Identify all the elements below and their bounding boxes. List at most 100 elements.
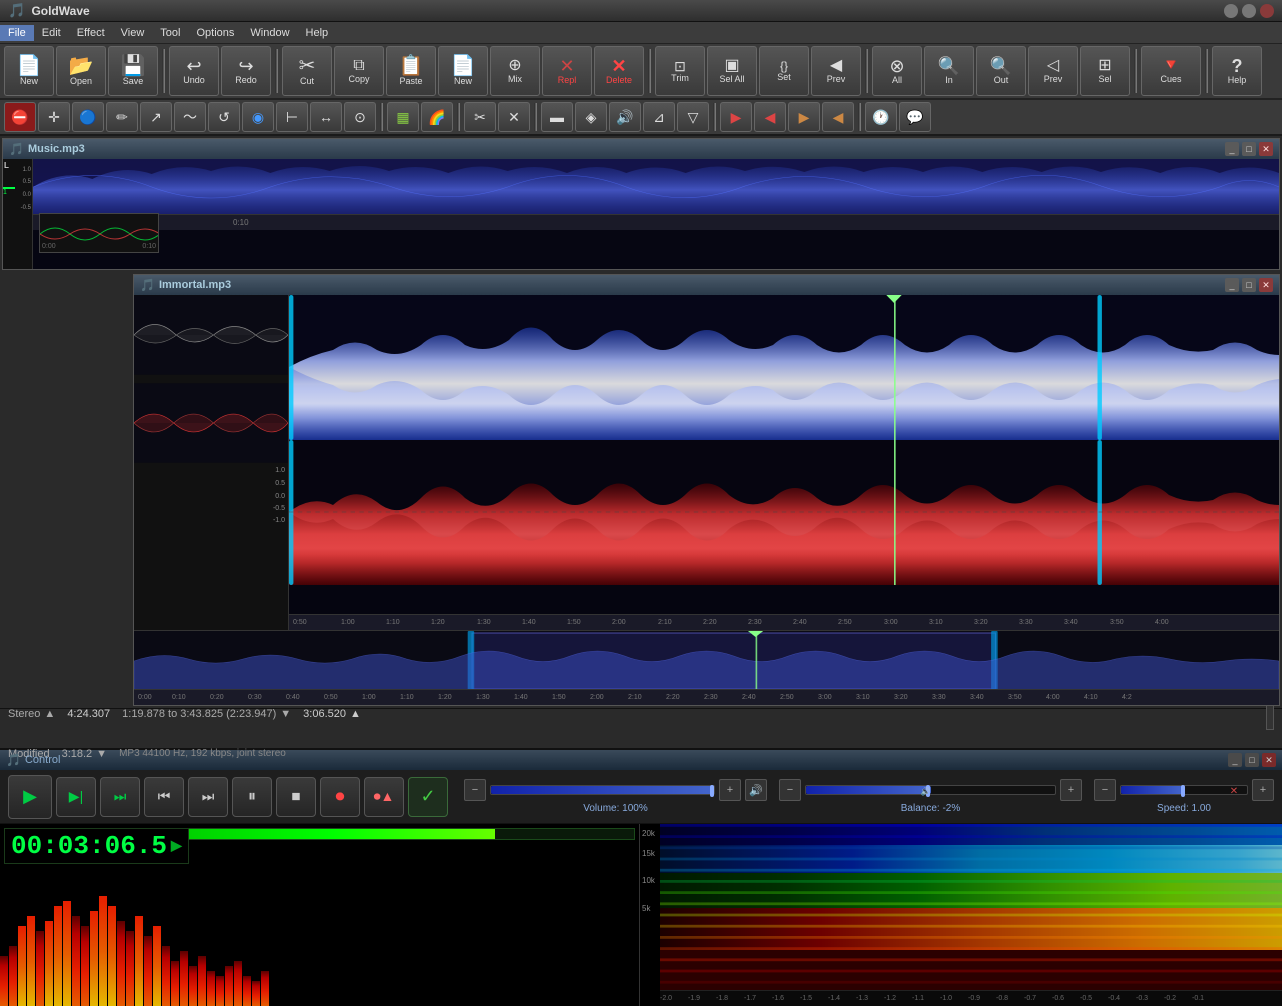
clock-btn[interactable]: 🕐 — [865, 102, 897, 132]
position-dropdown[interactable]: ▲ — [350, 708, 361, 720]
mix-button[interactable]: ⊕Mix — [490, 46, 540, 96]
redo-button[interactable]: ↪Redo — [221, 46, 271, 96]
spectrogram-btn[interactable]: ▦ — [387, 102, 419, 132]
control-maximize[interactable]: □ — [1245, 753, 1259, 767]
menu-effect[interactable]: Effect — [69, 25, 113, 41]
marker-btn[interactable]: ▶ — [720, 102, 752, 132]
music-waveform[interactable]: 0:00 0:10 0:00 0:10 — [33, 159, 1279, 269]
control-minimize[interactable]: _ — [1228, 753, 1242, 767]
play-button[interactable]: ▶ — [8, 775, 52, 819]
crossfade-btn[interactable]: ✕ — [498, 102, 530, 132]
volume-slider[interactable] — [490, 785, 715, 795]
immortal-overview[interactable]: 0:00 0:10 0:20 0:30 0:40 0:50 1:00 1:10 … — [134, 630, 1279, 705]
menu-file[interactable]: File — [0, 25, 34, 41]
normalize-btn[interactable]: ▽ — [677, 102, 709, 132]
pause-button[interactable]: ⏸ — [232, 777, 272, 817]
music-maximize[interactable]: □ — [1242, 142, 1256, 156]
zsel-button[interactable]: ⊞Sel — [1080, 46, 1130, 96]
snap-btn[interactable]: ⊢ — [276, 102, 308, 132]
size-dropdown[interactable]: ▼ — [96, 748, 107, 760]
open-button[interactable]: 📂Open — [56, 46, 106, 96]
pencil-btn[interactable]: ✏ — [106, 102, 138, 132]
speed-slider[interactable]: ✕ — [1120, 785, 1248, 795]
wave-btn[interactable]: 〜 — [174, 102, 206, 132]
menu-view[interactable]: View — [113, 25, 153, 41]
zoomin-button[interactable]: 🔍In — [924, 46, 974, 96]
trim-button[interactable]: ⊡Trim — [655, 46, 705, 96]
mark4-btn[interactable]: ◀ — [822, 102, 854, 132]
undo-button[interactable]: ↩Undo — [169, 46, 219, 96]
duration-display[interactable]: 4:24.307 — [67, 708, 110, 720]
notes-btn[interactable]: 💬 — [899, 102, 931, 132]
position-display[interactable]: 3:06.520 ▲ — [303, 708, 361, 720]
colormap-btn[interactable]: 🌈 — [421, 102, 453, 132]
zprev-button[interactable]: ◁Prev — [1028, 46, 1078, 96]
bal-plus-btn[interactable]: + — [1060, 779, 1082, 801]
immortal-close[interactable]: ✕ — [1259, 278, 1273, 292]
zoom-wave-btn[interactable]: 🔵 — [72, 102, 104, 132]
immortal-minimize[interactable]: _ — [1225, 278, 1239, 292]
close-btn[interactable] — [1260, 4, 1274, 18]
music-close[interactable]: ✕ — [1259, 142, 1273, 156]
set-button[interactable]: {}Set — [759, 46, 809, 96]
new2-button[interactable]: 📄New — [438, 46, 488, 96]
new-button[interactable]: 📄New — [4, 46, 54, 96]
control-close[interactable]: ✕ — [1262, 753, 1276, 767]
stop-button[interactable]: ⏹ — [276, 777, 316, 817]
repl-button[interactable]: ✕Repl — [542, 46, 592, 96]
delete-button[interactable]: ✕Delete — [594, 46, 644, 96]
selection-range[interactable]: 1:19.878 to 3:43.825 (2:23.947) ▼ — [122, 708, 291, 720]
channel-btn[interactable]: ◈ — [575, 102, 607, 132]
speed-plus-btn[interactable]: + — [1252, 779, 1274, 801]
channel-dropdown[interactable]: ▲ — [44, 708, 55, 720]
prev-button[interactable]: ◀Prev — [811, 46, 861, 96]
minimize-btn[interactable] — [1224, 4, 1238, 18]
bal-minus-btn[interactable]: − — [779, 779, 801, 801]
skip-forward-button[interactable]: ⏭ — [100, 777, 140, 817]
vol-icon[interactable]: 🔊 — [745, 779, 767, 801]
rec-armed-button[interactable]: ⏺▲ — [364, 777, 404, 817]
save-button[interactable]: 💾Save — [108, 46, 158, 96]
mark3-btn[interactable]: ▶ — [788, 102, 820, 132]
fit-btn[interactable]: ↔ — [310, 102, 342, 132]
immortal-maximize[interactable]: □ — [1242, 278, 1256, 292]
vol-minus-btn[interactable]: − — [464, 779, 486, 801]
help-button[interactable]: ?Help — [1212, 46, 1262, 96]
scissors-btn[interactable]: ✂ — [464, 102, 496, 132]
immortal-waveform[interactable]: 0:50 1:00 1:10 1:20 1:30 1:40 1:50 2:00 … — [289, 295, 1279, 630]
cues-button[interactable]: 🔻Cues — [1141, 46, 1201, 96]
menu-edit[interactable]: Edit — [34, 25, 69, 41]
file-size[interactable]: 3:18.2 ▼ — [62, 748, 107, 760]
maximize-btn[interactable] — [1242, 4, 1256, 18]
menu-window[interactable]: Window — [242, 25, 297, 41]
music-minimize[interactable]: _ — [1225, 142, 1239, 156]
next-marker-button[interactable]: ▶| — [56, 777, 96, 817]
copy-button[interactable]: ⧉Copy — [334, 46, 384, 96]
center-btn[interactable]: ◉ — [242, 102, 274, 132]
record-button[interactable]: ⏺ — [320, 777, 360, 817]
menu-options[interactable]: Options — [188, 25, 242, 41]
eq-btn[interactable]: ▬ — [541, 102, 573, 132]
menu-tool[interactable]: Tool — [152, 25, 188, 41]
vol-plus-btn[interactable]: + — [719, 779, 741, 801]
menu-help[interactable]: Help — [298, 25, 337, 41]
cursor-btn[interactable]: ↗ — [140, 102, 172, 132]
speed-minus-btn[interactable]: − — [1094, 779, 1116, 801]
selection-dropdown[interactable]: ▼ — [280, 708, 291, 720]
balance-slider[interactable]: 🔊 — [805, 785, 1056, 795]
fast-forward-button[interactable]: ⏭ — [188, 777, 228, 817]
stop-effect-btn[interactable]: ⛔ — [4, 102, 36, 132]
move-btn[interactable]: ✛ — [38, 102, 70, 132]
selall-button[interactable]: ▣Sel All — [707, 46, 757, 96]
marker2-btn[interactable]: ◀ — [754, 102, 786, 132]
rewind-button[interactable]: ⏮ — [144, 777, 184, 817]
balance-btn[interactable]: ⊿ — [643, 102, 675, 132]
confirm-button[interactable]: ✓ — [408, 777, 448, 817]
volume2-btn[interactable]: 🔊 — [609, 102, 641, 132]
all-button[interactable]: ⊗All — [872, 46, 922, 96]
cut-button[interactable]: ✂Cut — [282, 46, 332, 96]
pan-btn[interactable]: ⊙ — [344, 102, 376, 132]
zoomout-button[interactable]: 🔍Out — [976, 46, 1026, 96]
revert-btn[interactable]: ↺ — [208, 102, 240, 132]
channel-type[interactable]: Stereo ▲ — [8, 708, 55, 720]
